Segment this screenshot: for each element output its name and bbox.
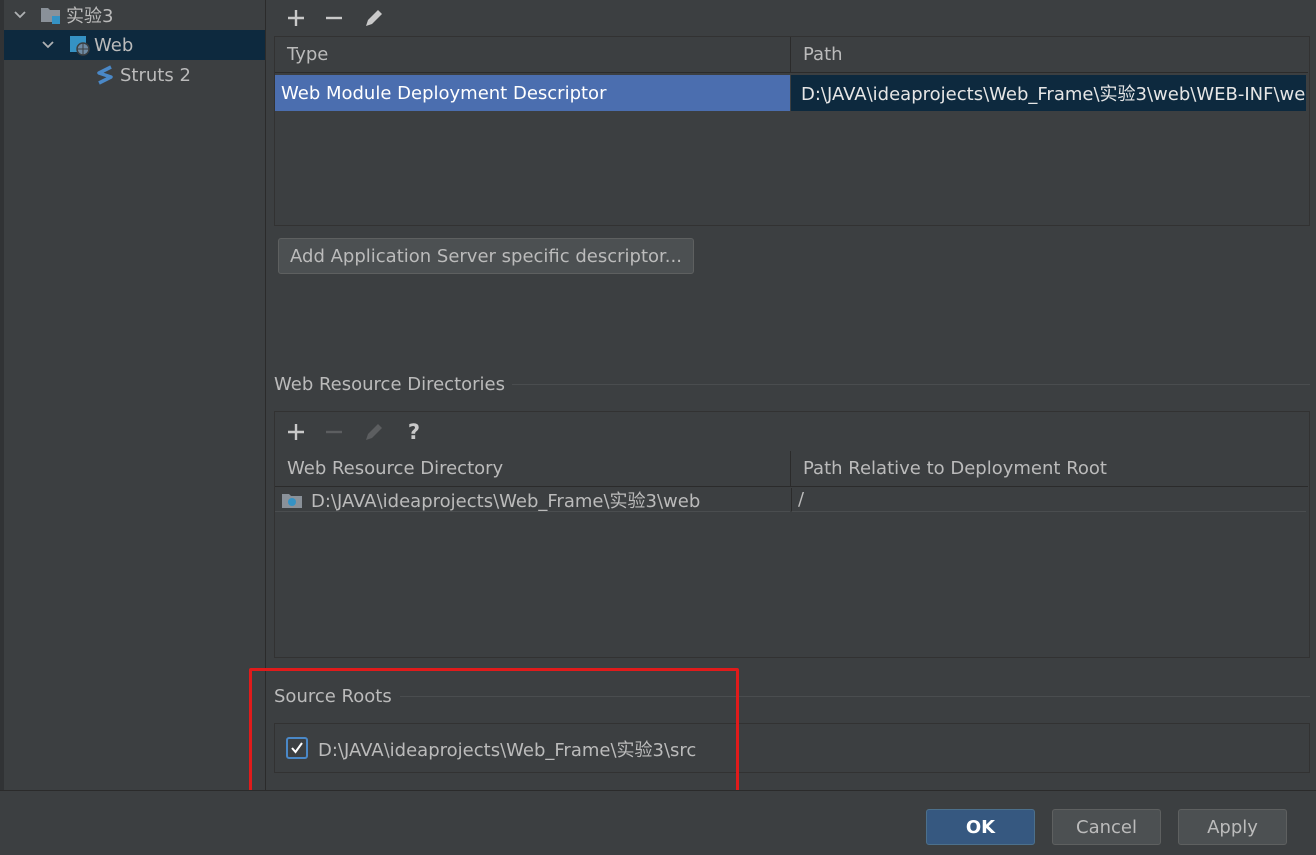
tree-edge — [0, 0, 4, 790]
group-divider — [512, 384, 1310, 385]
column-header-type[interactable]: Type — [275, 37, 790, 73]
edit-icon — [362, 420, 386, 444]
tree-item-label: Struts 2 — [120, 64, 191, 86]
tree-item-label: Web — [94, 34, 134, 56]
relative-path-cell[interactable]: / — [791, 488, 1306, 512]
add-icon[interactable] — [284, 6, 308, 30]
remove-icon[interactable] — [322, 6, 346, 30]
add-server-descriptor-button[interactable]: Add Application Server specific descript… — [278, 238, 694, 274]
resource-directory-cell[interactable]: D:\JAVA\ideaprojects\Web_Frame\实验3\web — [275, 488, 790, 512]
column-header-path[interactable]: Path — [790, 37, 1308, 73]
highlight-box — [249, 668, 739, 809]
tree-item-struts[interactable]: Struts 2 — [94, 60, 264, 90]
remove-icon — [322, 420, 346, 444]
help-icon[interactable]: ? — [402, 420, 426, 444]
chevron-down-icon[interactable] — [40, 37, 56, 53]
struts-icon — [94, 64, 116, 86]
web-facet-icon — [68, 34, 90, 56]
folder-module-icon — [40, 4, 62, 26]
web-folder-icon — [281, 491, 303, 509]
ok-button[interactable]: OK — [926, 809, 1035, 845]
module-tree: 实验3 Web Struts 2 — [0, 0, 266, 790]
web-resources-table — [274, 411, 1310, 658]
tree-item-module[interactable]: 实验3 — [12, 0, 262, 30]
column-header-relative-path[interactable]: Path Relative to Deployment Root — [790, 451, 1308, 487]
tree-item-web[interactable]: Web — [4, 30, 265, 60]
edit-icon[interactable] — [362, 6, 386, 30]
descriptor-path-cell[interactable]: D:\JAVA\ideaprojects\Web_Frame\实验3\web\W… — [791, 75, 1306, 111]
web-resources-title: Web Resource Directories — [274, 374, 505, 395]
apply-button[interactable]: Apply — [1178, 809, 1287, 845]
resource-directory-path: D:\JAVA\ideaprojects\Web_Frame\实验3\web — [311, 490, 701, 512]
tree-item-label: 实验3 — [66, 6, 114, 27]
add-icon[interactable] — [284, 420, 308, 444]
descriptor-type-cell[interactable]: Web Module Deployment Descriptor — [275, 75, 790, 111]
chevron-down-icon[interactable] — [12, 7, 28, 23]
cancel-button[interactable]: Cancel — [1052, 809, 1161, 845]
column-header-directory[interactable]: Web Resource Directory — [275, 451, 790, 487]
